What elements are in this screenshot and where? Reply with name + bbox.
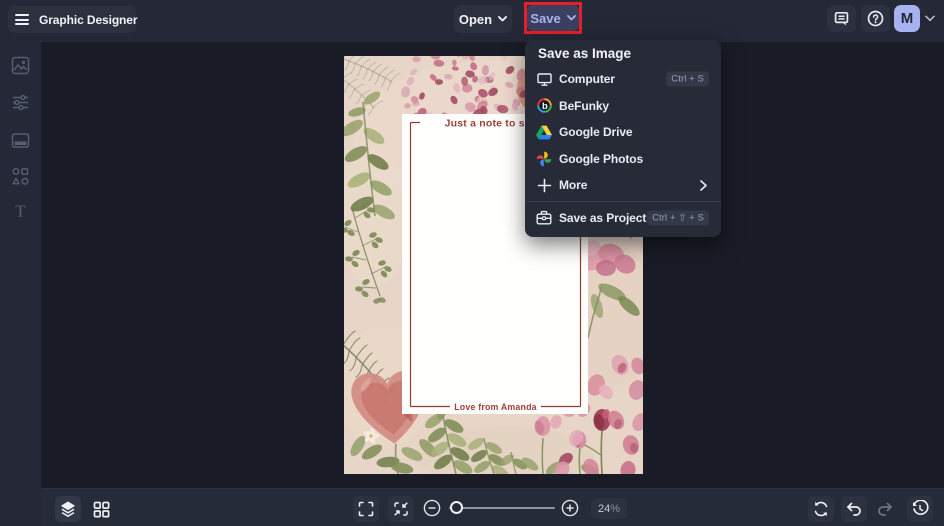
svg-text:T: T — [15, 202, 26, 221]
svg-text:Love from Amanda: Love from Amanda — [454, 402, 537, 412]
svg-text:b: b — [541, 101, 547, 112]
